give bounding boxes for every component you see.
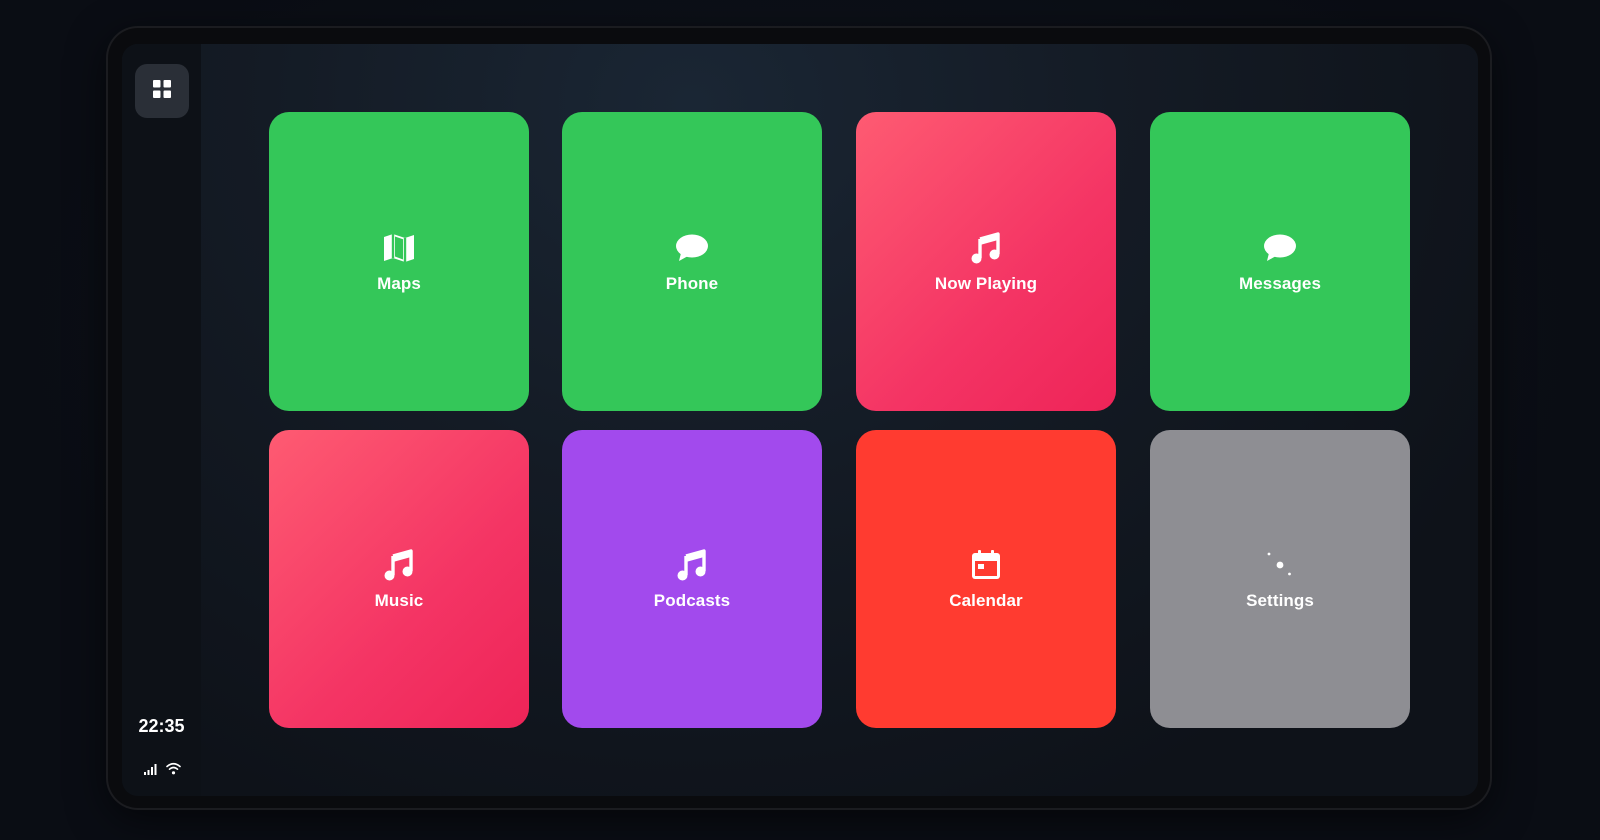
clock: 22:35: [138, 716, 185, 736]
home-button[interactable]: [135, 64, 189, 118]
app-tile-podcasts[interactable]: Podcasts: [562, 430, 822, 728]
app-label: Phone: [665, 273, 719, 293]
sidebar: 22:35: [122, 44, 201, 796]
music-note-icon: [381, 547, 417, 583]
app-label: Music: [374, 591, 424, 610]
map-icon: [381, 230, 417, 266]
app-tile-maps[interactable]: Maps: [269, 112, 529, 411]
music-note-icon: [674, 547, 710, 583]
carplay-display: 22:35 Maps Phone Now Playing Messages Mu…: [0, 0, 1600, 840]
app-label: Messages: [1238, 273, 1322, 293]
app-label: Maps: [377, 273, 421, 293]
calendar-icon: [968, 547, 1004, 583]
app-grid-icon: [152, 79, 172, 103]
gear-icon: [1262, 547, 1298, 583]
app-label: Settings: [1246, 591, 1314, 610]
cellular-signal-icon: [144, 760, 158, 779]
app-tile-messages[interactable]: Messages: [1150, 112, 1410, 411]
app-tile-now-playing[interactable]: Now Playing: [856, 112, 1116, 411]
app-tile-settings[interactable]: Settings: [1150, 430, 1410, 728]
chat-bubble-icon: [674, 230, 710, 266]
app-tile-calendar[interactable]: Calendar: [856, 430, 1116, 728]
status-icons: [144, 760, 181, 779]
app-label: Podcasts: [653, 591, 731, 610]
music-note-icon: [968, 230, 1004, 266]
app-tile-music[interactable]: Music: [269, 430, 529, 728]
app-label: Now Playing: [934, 273, 1038, 293]
carplay-screen: 22:35 Maps Phone Now Playing Messages Mu…: [122, 44, 1478, 796]
app-tile-phone[interactable]: Phone: [562, 112, 822, 411]
app-label: Calendar: [949, 591, 1023, 610]
chat-bubble-icon: [1262, 230, 1298, 266]
wifi-icon: [166, 760, 181, 779]
